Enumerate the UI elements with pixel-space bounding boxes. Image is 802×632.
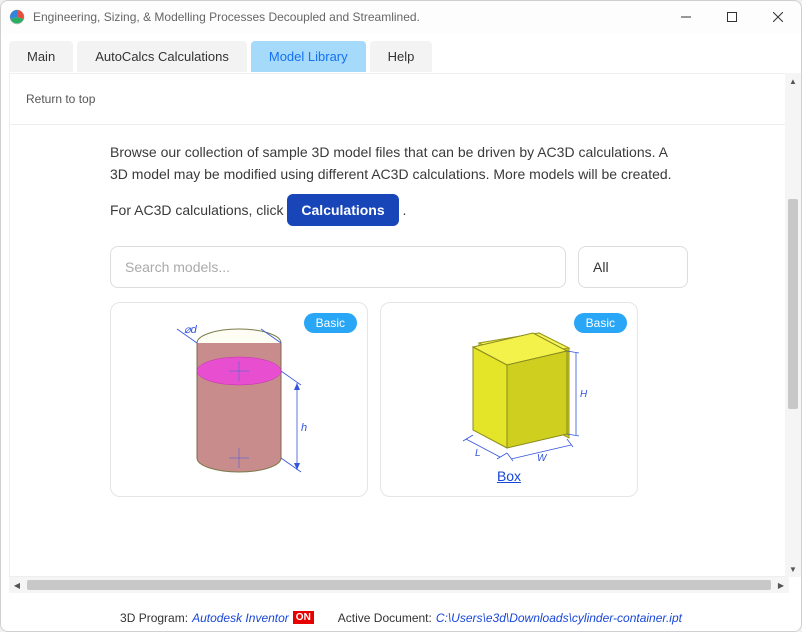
client-area: Return to top Browse our collection of s… (1, 72, 801, 603)
window-controls (663, 1, 801, 33)
status-3d-program: 3D Program: Autodesk Inventor ON (120, 611, 314, 625)
page: Return to top Browse our collection of s… (10, 74, 788, 576)
svg-text:W: W (537, 453, 548, 464)
search-input[interactable] (110, 246, 566, 288)
scroll-left-arrow[interactable]: ◀ (9, 577, 25, 593)
return-to-top-link[interactable]: Return to top (10, 74, 788, 125)
window-title: Engineering, Sizing, & Modelling Process… (33, 10, 663, 24)
minimize-button[interactable] (663, 1, 709, 33)
cards-row: Basic (10, 302, 788, 497)
tab-autocalcs[interactable]: AutoCalcs Calculations (77, 41, 247, 72)
content-viewport: Return to top Browse our collection of s… (9, 73, 789, 577)
calc-row: For AC3D calculations, click Calculation… (10, 194, 788, 246)
calc-prefix: For AC3D calculations, click (110, 202, 287, 218)
svg-text:h: h (301, 422, 307, 434)
vertical-scrollbar[interactable]: ▲ ▼ (785, 73, 801, 577)
scroll-up-arrow[interactable]: ▲ (785, 73, 801, 89)
maximize-button[interactable] (709, 1, 755, 33)
vscroll-track[interactable] (785, 89, 801, 561)
scroll-down-arrow[interactable]: ▼ (785, 561, 801, 577)
tab-help[interactable]: Help (370, 41, 433, 72)
model-card-box[interactable]: Basic (380, 302, 638, 497)
scroll-right-arrow[interactable]: ▶ (773, 577, 789, 593)
app-icon (9, 9, 25, 25)
program-state-badge: ON (293, 611, 314, 624)
tab-model-library[interactable]: Model Library (251, 41, 366, 72)
filter-select[interactable]: All (578, 246, 688, 288)
titlebar: Engineering, Sizing, & Modelling Process… (1, 1, 801, 33)
calc-suffix: . (403, 202, 407, 218)
program-label: 3D Program: (120, 611, 188, 625)
doc-value[interactable]: C:\Users\e3d\Downloads\cylinder-containe… (436, 611, 682, 625)
tabs-row: Main AutoCalcs Calculations Model Librar… (1, 33, 801, 72)
card-title[interactable]: Box (497, 468, 521, 484)
vscroll-thumb[interactable] (788, 199, 798, 409)
close-button[interactable] (755, 1, 801, 33)
tab-main[interactable]: Main (9, 41, 73, 72)
status-bar: 3D Program: Autodesk Inventor ON Active … (1, 603, 801, 631)
search-row: All (10, 246, 788, 302)
model-card-cylinder[interactable]: Basic (110, 302, 368, 497)
program-value[interactable]: Autodesk Inventor (192, 611, 289, 625)
svg-text:H: H (580, 389, 588, 400)
badge-basic: Basic (574, 313, 627, 333)
svg-text:L: L (475, 448, 481, 459)
hscroll-thumb[interactable] (27, 580, 771, 590)
calculations-button[interactable]: Calculations (287, 194, 398, 226)
app-window: Engineering, Sizing, & Modelling Process… (0, 0, 802, 632)
horizontal-scrollbar[interactable]: ◀ ▶ (9, 577, 789, 593)
doc-label: Active Document: (338, 611, 432, 625)
svg-text:⌀d: ⌀d (184, 324, 198, 336)
hscroll-track[interactable] (25, 577, 773, 593)
page-description: Browse our collection of sample 3D model… (10, 125, 788, 194)
status-active-document: Active Document: C:\Users\e3d\Downloads\… (338, 611, 682, 625)
badge-basic: Basic (304, 313, 357, 333)
